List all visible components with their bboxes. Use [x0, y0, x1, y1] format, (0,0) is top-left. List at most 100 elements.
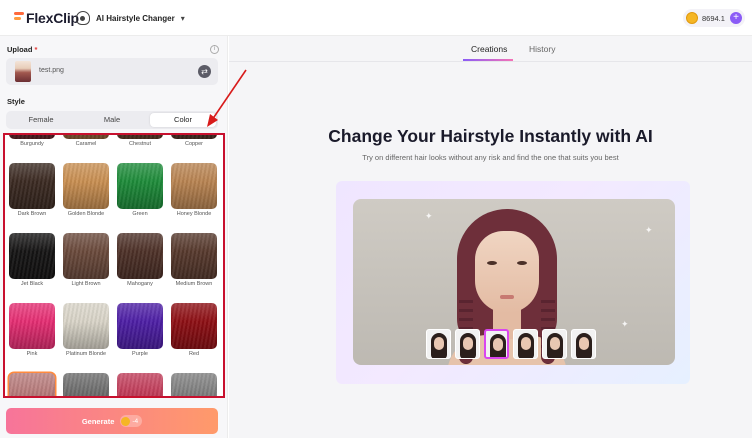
hair-color-swatch — [117, 135, 163, 139]
hair-color-label: Green — [132, 211, 148, 217]
hair-color-option[interactable]: Caramel — [63, 135, 109, 147]
hair-color-label: Purple — [132, 351, 148, 357]
hair-color-option[interactable]: Strawberry Blonde — [117, 373, 163, 396]
hair-color-label: Jet Black — [20, 281, 44, 287]
hair-color-option[interactable]: Rose Gold — [9, 373, 55, 396]
logo-text: FlexClip — [26, 10, 79, 26]
hair-color-grid: Burgundy Caramel Chestnut Copper Dark Brown G… — [3, 133, 225, 398]
hair-color-option[interactable]: Golden Blonde — [63, 163, 109, 217]
tab-creations[interactable]: Creations — [471, 44, 507, 54]
sparkle-icon: ✦ — [645, 225, 653, 235]
hair-color-swatch — [63, 373, 109, 396]
hair-color-swatch — [171, 163, 217, 209]
hair-color-label: Copper — [184, 141, 204, 147]
tool-switcher[interactable]: AI Hairstyle Changer ▾ — [76, 9, 185, 27]
replace-file-button[interactable]: ⇄ — [198, 65, 211, 78]
showcase-card: ✦ ✦ ✦ — [336, 181, 690, 384]
hairstyle-thumbnail[interactable] — [571, 329, 596, 359]
hairstyle-thumbnail[interactable] — [455, 329, 480, 359]
thumb-face — [579, 337, 589, 350]
hair-color-swatch — [171, 233, 217, 279]
file-name: test.png — [39, 67, 64, 74]
hair-color-option[interactable]: Green — [117, 163, 163, 217]
coin-icon — [686, 12, 698, 24]
hair-color-swatch — [63, 163, 109, 209]
hair-color-swatch — [117, 233, 163, 279]
hair-color-option[interactable]: Medium Brown — [171, 233, 217, 287]
top-bar: FlexClip AI Hairstyle Changer ▾ 8694.1 + — [0, 0, 752, 36]
hair-color-swatch — [63, 135, 109, 139]
uploaded-file[interactable]: test.png ⇄ — [6, 58, 218, 85]
model-eye — [517, 261, 527, 265]
tab-color[interactable]: Color — [150, 113, 216, 127]
hair-color-option[interactable]: Purple — [117, 303, 163, 357]
generate-label: Generate — [81, 416, 115, 426]
thumb-face — [493, 338, 503, 351]
model-face — [475, 231, 539, 313]
style-tabs: Female Male Color — [6, 111, 218, 129]
hair-color-option[interactable]: Dark Brown — [9, 163, 55, 217]
hair-color-label: Mahogany — [127, 281, 153, 287]
hair-color-option[interactable]: Pink — [9, 303, 55, 357]
hair-color-label: Medium Brown — [175, 281, 213, 287]
tab-history[interactable]: History — [529, 44, 555, 54]
hairstyle-thumbnail[interactable] — [426, 329, 451, 359]
thumb-face — [521, 337, 531, 350]
hairstyle-tool-icon — [76, 11, 90, 25]
hair-color-option[interactable]: Jet Black — [9, 233, 55, 287]
hair-color-option[interactable]: Copper — [171, 135, 217, 147]
hair-color-option[interactable]: Red — [171, 303, 217, 357]
generate-cost: -4 — [120, 415, 143, 427]
tool-name: AI Hairstyle Changer — [96, 13, 175, 23]
hair-color-option[interactable]: Light Brown — [63, 233, 109, 287]
hair-color-swatch — [171, 135, 217, 139]
hair-color-option[interactable]: Chestnut — [117, 135, 163, 147]
model-eye — [487, 261, 497, 265]
hairstyle-thumbnail-selected[interactable] — [484, 329, 509, 359]
info-icon[interactable]: i — [210, 45, 219, 54]
hair-color-swatch — [9, 233, 55, 279]
style-label: Style — [7, 97, 25, 106]
thumb-face — [463, 337, 473, 350]
hair-color-label: Burgundy — [20, 141, 44, 147]
hair-color-label: Golden Blonde — [67, 211, 105, 217]
tab-female[interactable]: Female — [8, 113, 74, 127]
hair-color-label: Honey Blonde — [176, 211, 212, 217]
hairstyle-thumbnail[interactable] — [542, 329, 567, 359]
hair-color-label: Red — [188, 351, 200, 357]
sparkle-icon: ✦ — [425, 211, 433, 221]
main-area: Creations History Change Your Hairstyle … — [229, 36, 752, 438]
hair-color-option[interactable]: Burgundy — [9, 135, 55, 147]
hair-color-label: Platinum Blonde — [65, 351, 107, 357]
generate-cost-value: -4 — [132, 417, 139, 425]
hair-color-swatch — [9, 163, 55, 209]
credits-badge[interactable]: 8694.1 + — [683, 9, 745, 27]
hair-color-option[interactable]: Platinum Blonde — [63, 303, 109, 357]
hair-color-option[interactable]: Silver — [63, 373, 109, 396]
hair-color-label: Dark Brown — [17, 211, 47, 217]
model-lips — [500, 295, 514, 299]
credits-value: 8694.1 — [702, 13, 725, 23]
settings-panel: Upload * i test.png ⇄ Style Female Male … — [0, 36, 228, 438]
hair-color-swatch — [117, 303, 163, 349]
hair-color-swatch — [9, 135, 55, 139]
hair-color-option[interactable]: Mahogany — [117, 233, 163, 287]
hair-color-swatch — [117, 163, 163, 209]
hair-color-option[interactable]: Titanium — [171, 373, 217, 396]
flexclip-logo[interactable]: FlexClip — [14, 9, 79, 27]
hair-color-option[interactable]: Honey Blonde — [171, 163, 217, 217]
required-mark: * — [34, 45, 38, 54]
upload-label-text: Upload — [7, 45, 33, 54]
logo-mark-icon — [14, 11, 24, 25]
hairstyle-thumbnail[interactable] — [513, 329, 538, 359]
generate-button[interactable]: Generate -4 — [6, 408, 218, 434]
active-tab-indicator — [463, 59, 513, 61]
hair-color-label: Pink — [26, 351, 38, 357]
hair-color-swatch — [63, 233, 109, 279]
main-tabs: Creations History — [229, 36, 752, 62]
add-credits-button[interactable]: + — [730, 12, 742, 24]
tab-male[interactable]: Male — [79, 113, 145, 127]
thumb-face — [434, 337, 444, 350]
sparkle-icon: ✦ — [621, 319, 629, 329]
page-title: Change Your Hairstyle Instantly with AI — [328, 126, 653, 146]
